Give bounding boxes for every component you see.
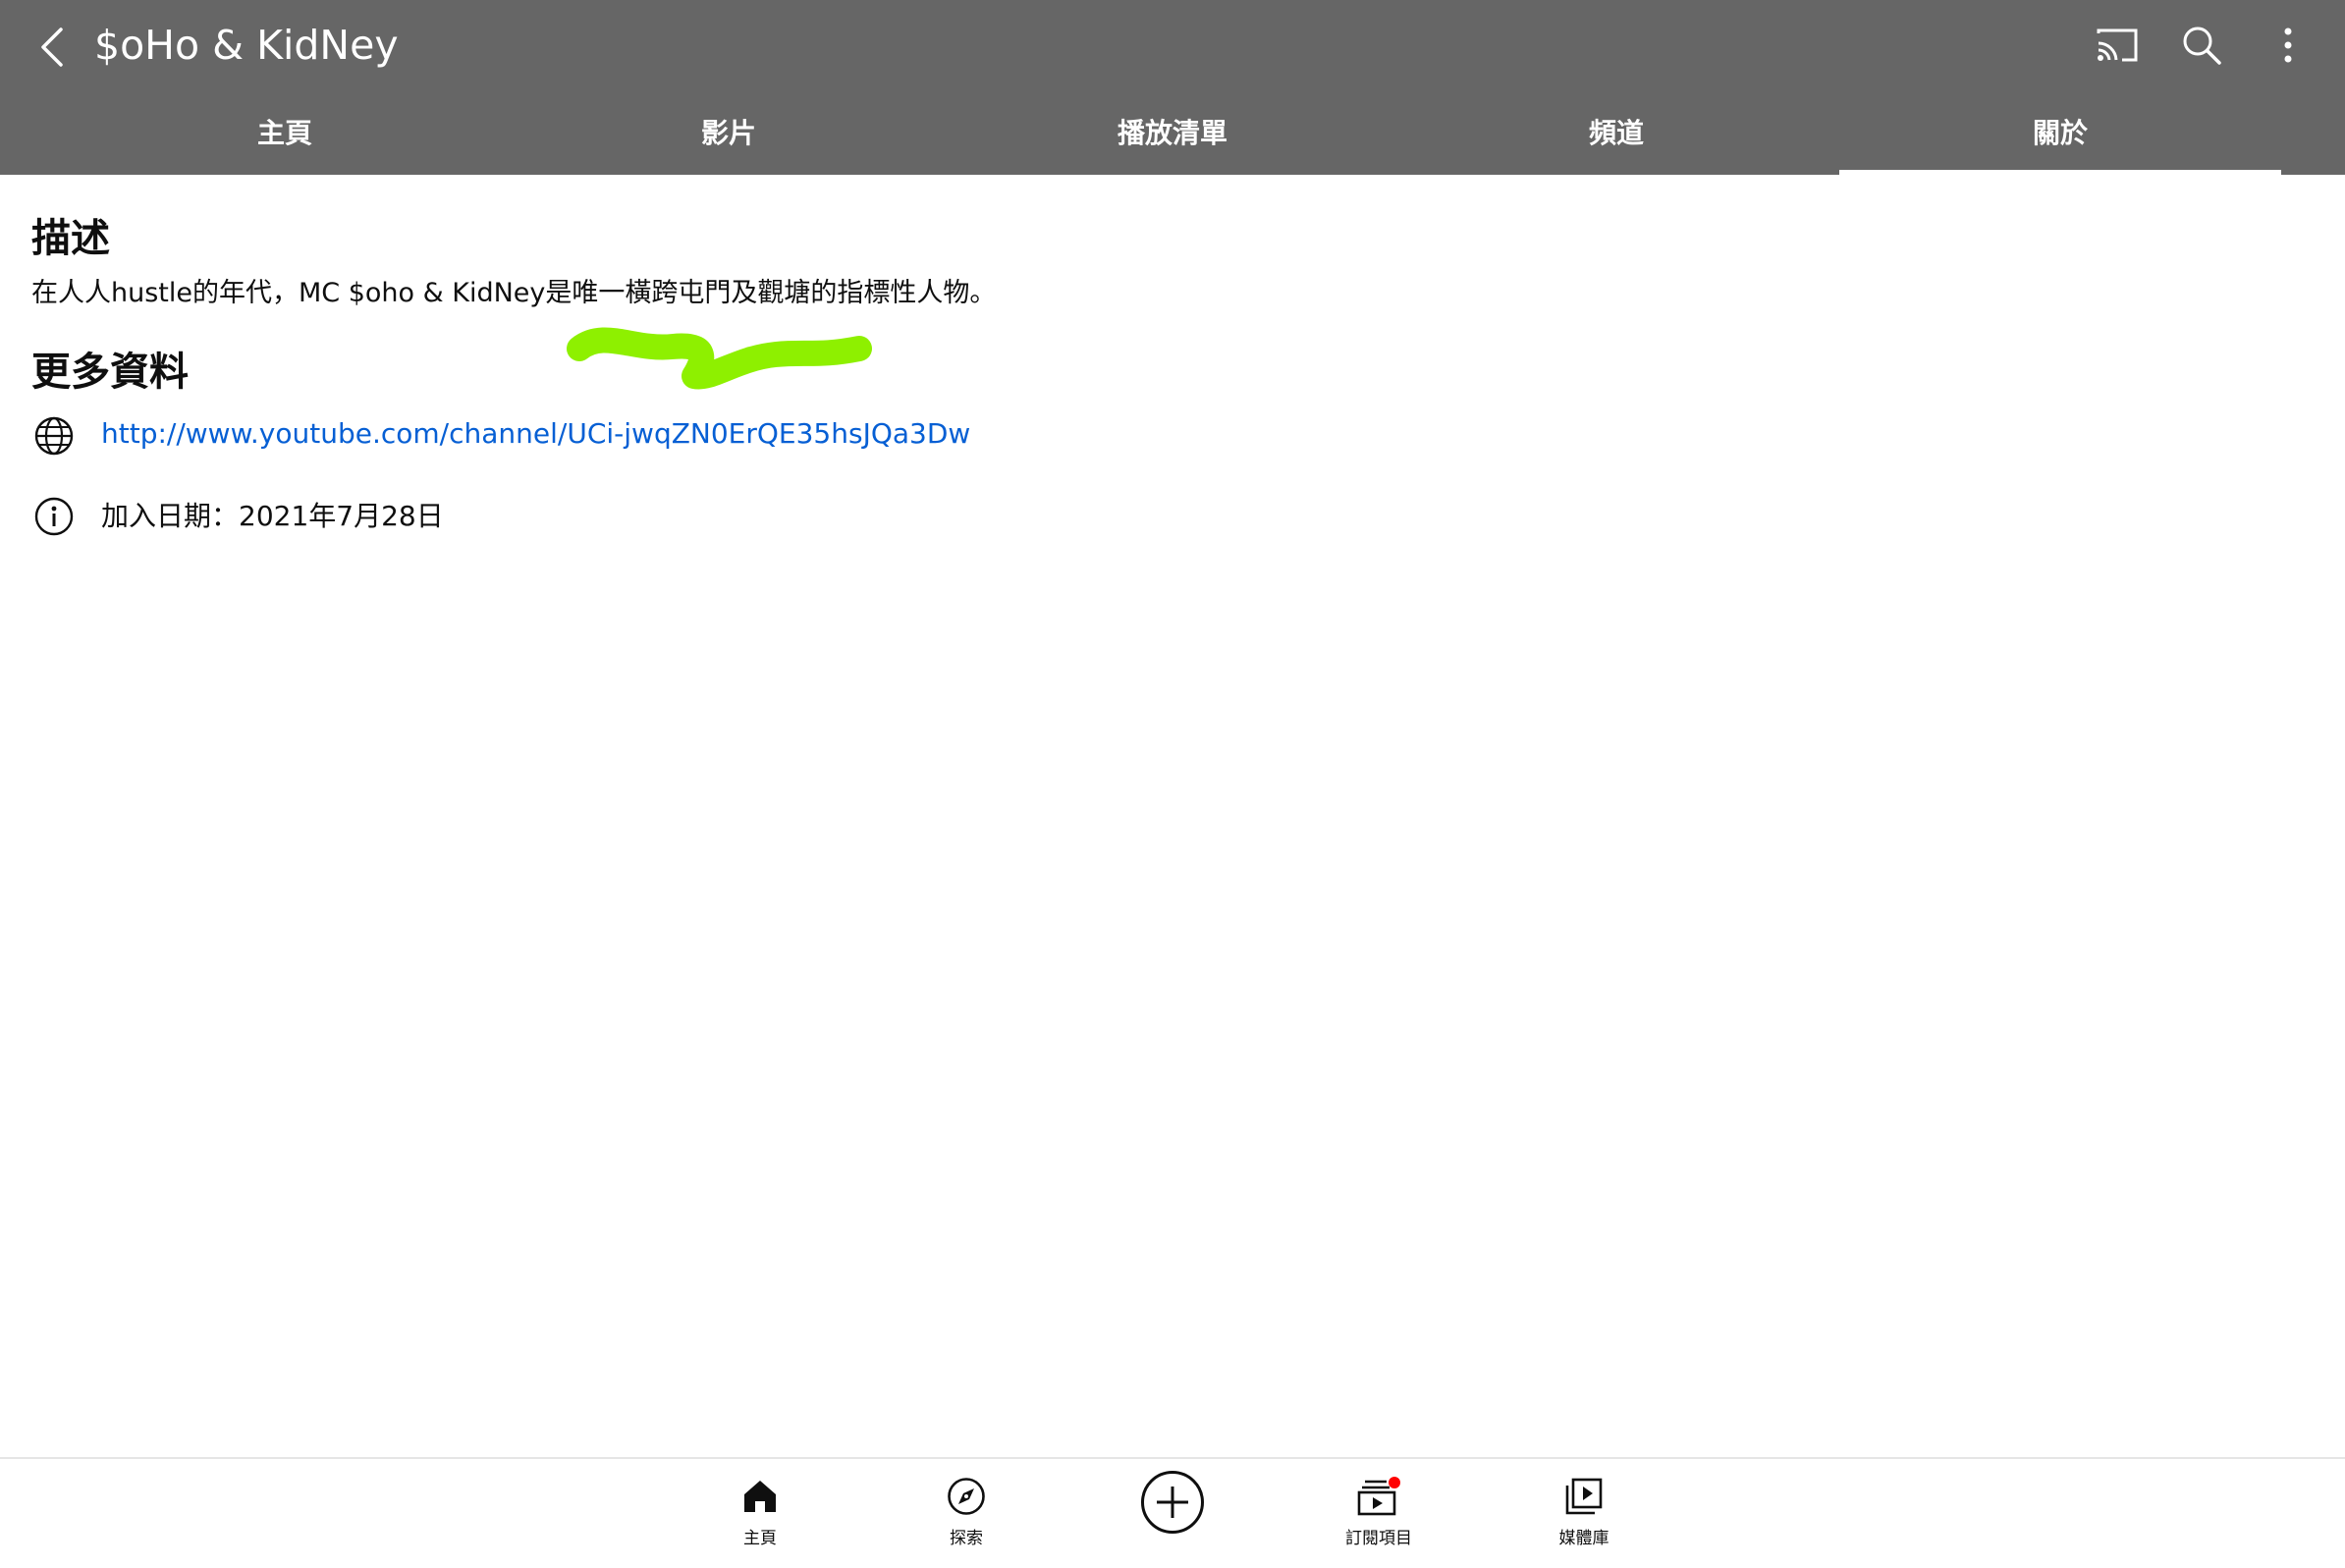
tab-home[interactable]: 主頁 [64,88,506,175]
green-scribble-annotation [567,327,872,390]
nav-home-label: 主頁 [743,1529,777,1548]
library-icon [1562,1475,1606,1518]
nav-subscriptions[interactable]: 訂閱項目 [1305,1459,1452,1568]
description-heading: 描述 [31,216,110,261]
globe-icon [31,413,77,459]
nav-library-label: 媒體庫 [1558,1529,1609,1548]
channel-link[interactable]: http://www.youtube.com/channel/UCi-jwqZN… [101,417,970,450]
tab-channels[interactable]: 頻道 [1395,88,1837,175]
home-icon [738,1475,782,1518]
info-icon [31,494,77,539]
create-plus-icon [1141,1471,1204,1534]
description-text: 在人人hustle的年代，MC $oho & KidNey是唯一橫跨屯門及觀塘的… [31,278,997,308]
nav-explore-label: 探索 [950,1529,983,1548]
notification-dot [1389,1477,1400,1488]
subscriptions-icon [1357,1475,1400,1518]
more-info-heading: 更多資料 [31,350,189,395]
create-button[interactable] [1139,1469,1206,1536]
nav-subscriptions-label: 訂閱項目 [1345,1529,1412,1548]
nav-library[interactable]: 媒體庫 [1510,1459,1658,1568]
more-options-button[interactable] [2255,14,2321,77]
nav-explore[interactable]: 探索 [893,1459,1040,1568]
explore-compass-icon [945,1475,988,1518]
tab-playlists[interactable]: 播放清單 [952,88,1393,175]
tab-about[interactable]: 關於 [1839,88,2281,175]
channel-title: $oHo & KidNey [94,22,399,69]
cast-icon [2097,28,2138,62]
joined-date: 加入日期：2021年7月28日 [101,500,444,532]
channel-tabs: 主頁 影片 播放清單 頻道 關於 [0,88,2345,175]
back-button[interactable] [22,16,84,79]
more-vert-icon [2284,27,2292,63]
nav-home[interactable]: 主頁 [686,1459,834,1568]
back-arrow-icon [41,27,63,67]
search-icon [2183,27,2221,65]
tab-videos[interactable]: 影片 [508,88,950,175]
app-bar: $oHo & KidNey 主頁 影片 播放清單 頻道 關於 [0,0,2345,175]
search-button[interactable] [2168,14,2235,77]
cast-button[interactable] [2084,14,2151,77]
